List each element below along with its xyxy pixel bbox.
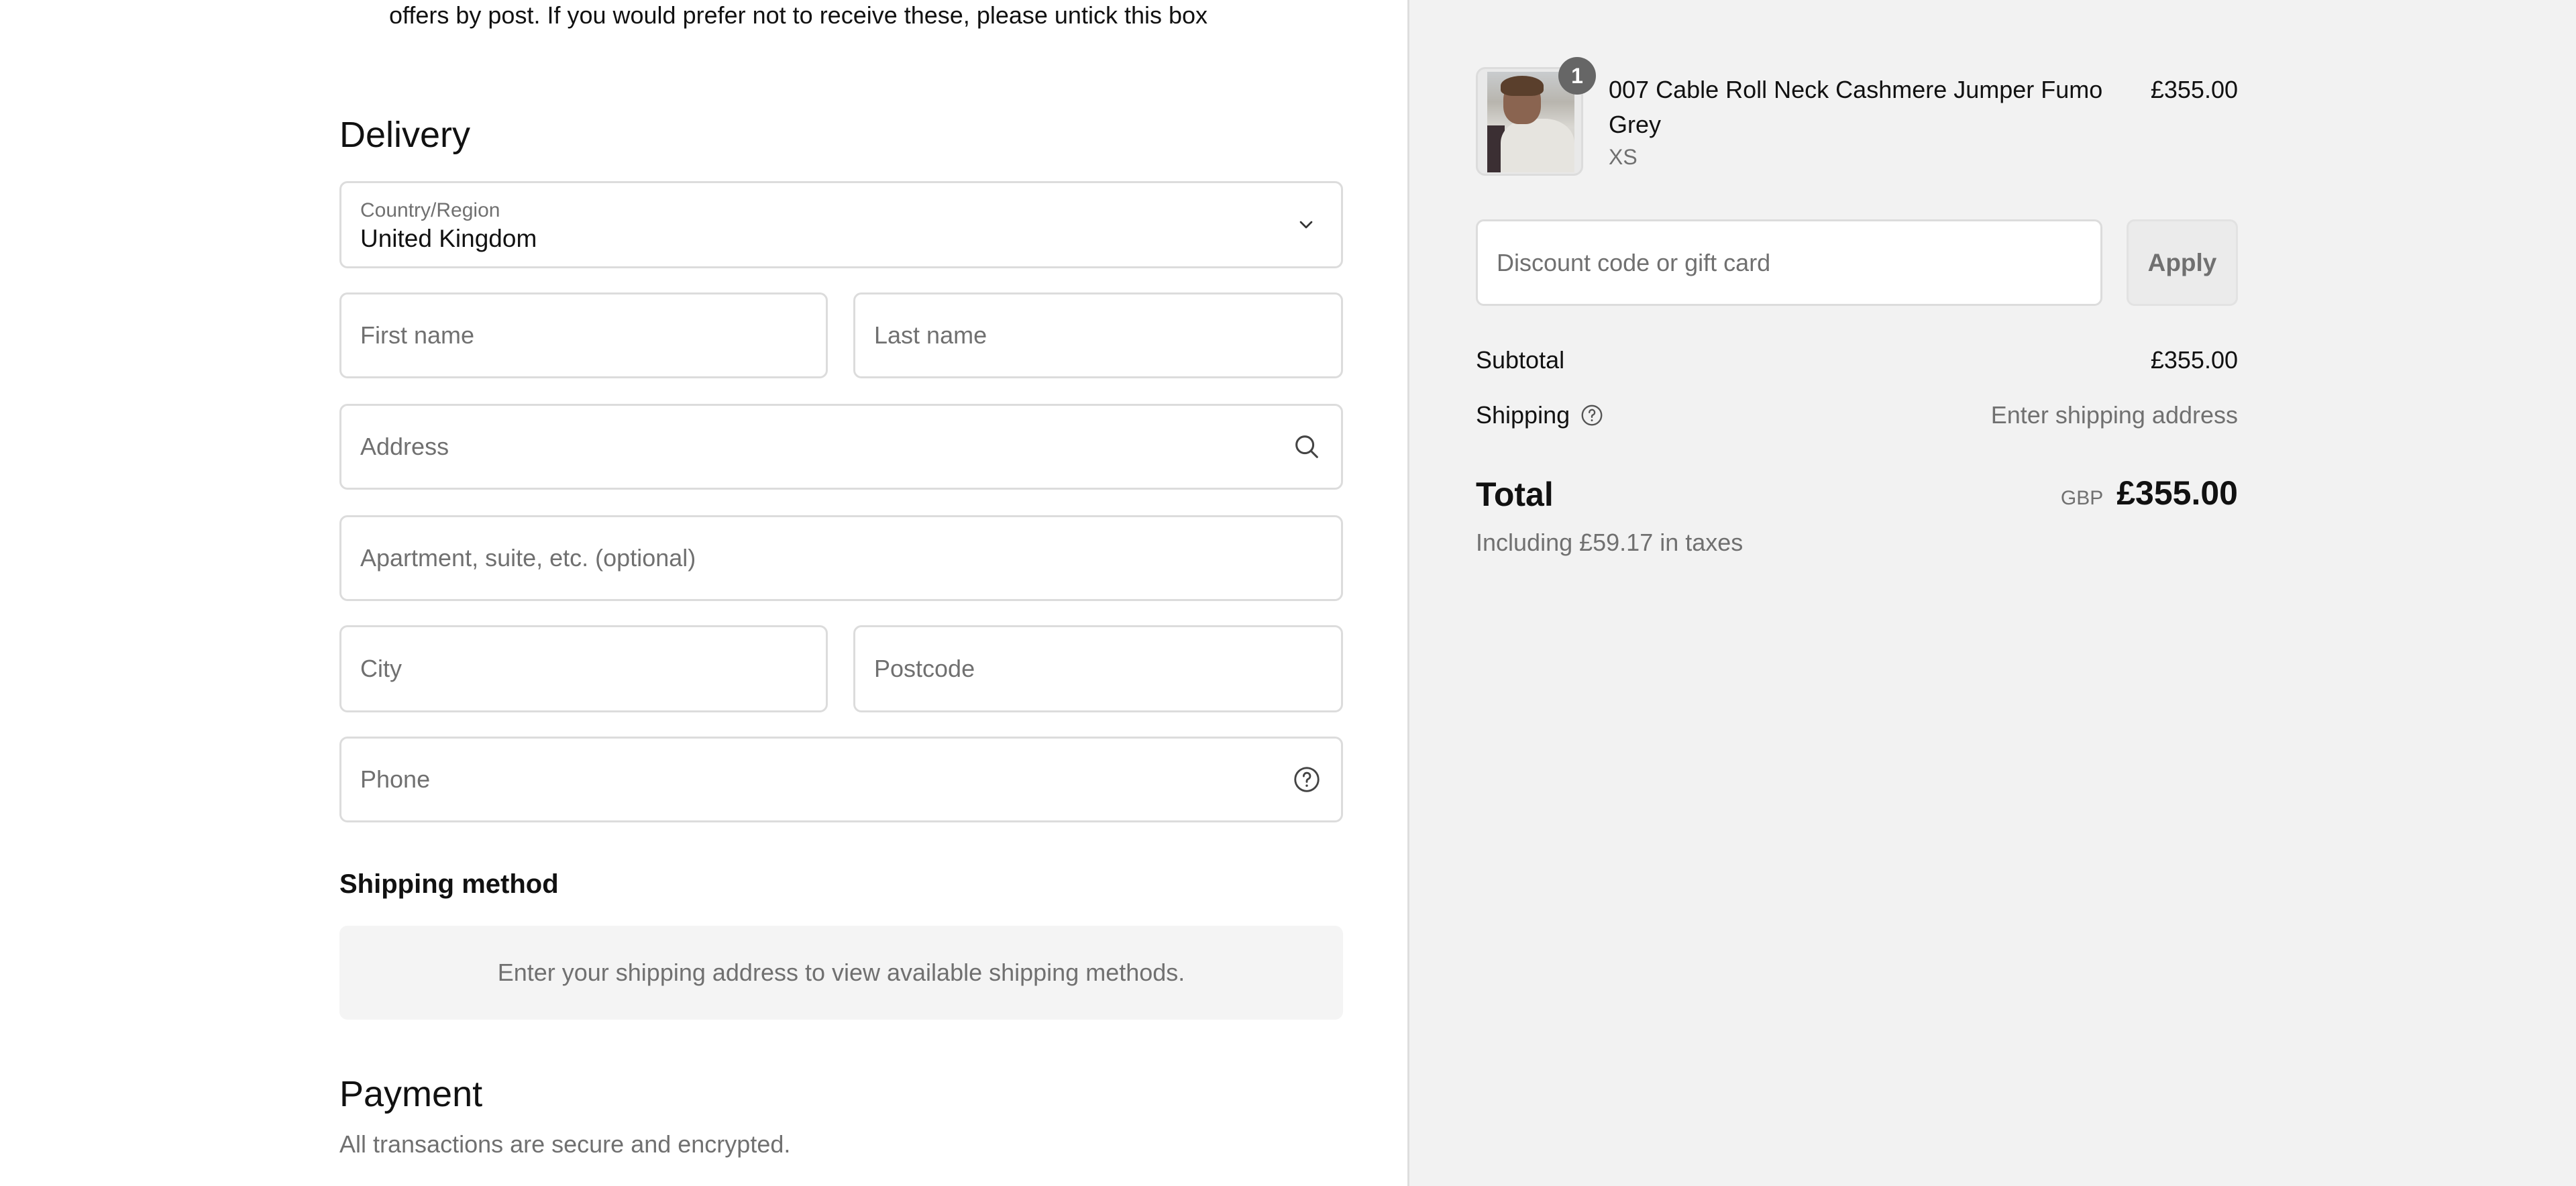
last-name-input[interactable]: [855, 294, 1341, 376]
phone-input[interactable]: [341, 739, 1341, 820]
address-input[interactable]: [341, 406, 1341, 488]
total-amount: GBP £355.00: [1878, 474, 2238, 513]
address-field[interactable]: [339, 404, 1343, 490]
total-label: Total: [1476, 476, 1554, 513]
discount-field[interactable]: [1476, 219, 2102, 306]
country-region-label: Country/Region: [360, 199, 500, 221]
shipping-value: Enter shipping address: [1990, 401, 2238, 429]
delivery-heading: Delivery: [339, 115, 471, 155]
currency-code: GBP: [2060, 487, 2104, 509]
taxes-note: Including £59.17 in taxes: [1476, 529, 1743, 556]
discount-code-input[interactable]: [1478, 221, 2100, 304]
shipping-method-heading: Shipping method: [339, 869, 559, 899]
first-name-input[interactable]: [341, 294, 826, 376]
apartment-field[interactable]: [339, 515, 1343, 601]
city-field[interactable]: [339, 625, 828, 712]
help-circle-icon[interactable]: [1579, 402, 1605, 428]
shipping-method-message: Enter your shipping address to view avai…: [497, 959, 1185, 986]
postcode-input[interactable]: [855, 627, 1341, 710]
order-summary-panel: [1407, 0, 2576, 1186]
shipping-row-label: Shipping: [1476, 401, 1605, 429]
subtotal-value: £355.00: [2150, 346, 2238, 374]
product-variant: XS: [1609, 145, 1638, 169]
postcode-field[interactable]: [853, 625, 1343, 712]
country-region-select[interactable]: Country/Region United Kingdom: [339, 181, 1343, 268]
checkout-form-panel: offers by post. If you would prefer not …: [0, 0, 1407, 1186]
payment-heading: Payment: [339, 1074, 483, 1114]
last-name-field[interactable]: [853, 292, 1343, 378]
first-name-field[interactable]: [339, 292, 828, 378]
apartment-input[interactable]: [341, 517, 1341, 599]
phone-field[interactable]: [339, 737, 1343, 822]
total-value: £355.00: [2116, 474, 2238, 512]
product-price: £355.00: [2150, 76, 2238, 103]
shipping-method-placeholder: Enter your shipping address to view avai…: [339, 926, 1343, 1020]
help-circle-icon[interactable]: [1291, 764, 1322, 795]
shipping-label: Shipping: [1476, 401, 1570, 429]
marketing-consent-text: offers by post. If you would prefer not …: [389, 1, 1208, 29]
country-region-value: United Kingdom: [360, 225, 537, 252]
payment-subtitle: All transactions are secure and encrypte…: [339, 1130, 791, 1158]
subtotal-label: Subtotal: [1476, 346, 1565, 374]
quantity-badge: 1: [1558, 57, 1596, 95]
city-input[interactable]: [341, 627, 826, 710]
product-title: 007 Cable Roll Neck Cashmere Jumper Fumo…: [1609, 76, 2103, 138]
chevron-down-icon: [1299, 221, 1313, 229]
apply-discount-button[interactable]: Apply: [2127, 219, 2238, 306]
search-icon: [1295, 435, 1318, 458]
